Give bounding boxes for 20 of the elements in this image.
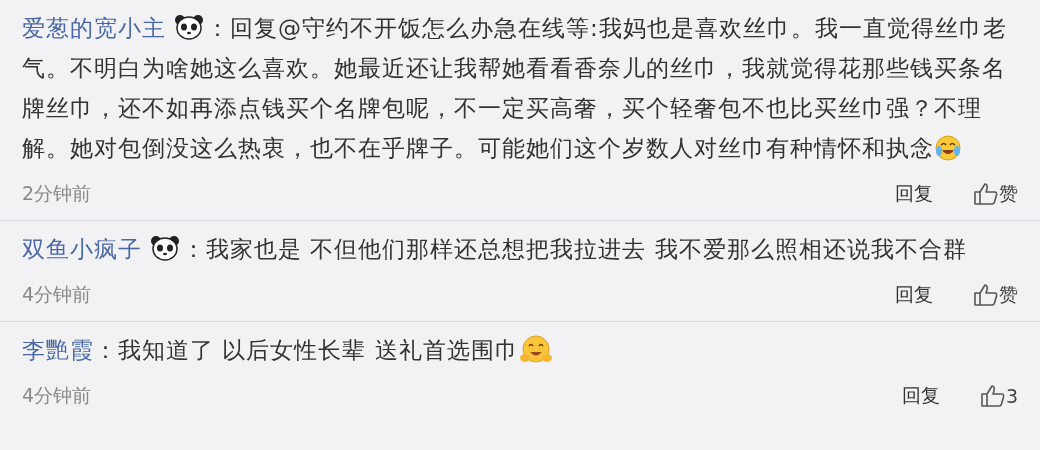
user-name[interactable]: 爱葱的宽小主	[22, 15, 166, 41]
timestamp: 4分钟前	[22, 383, 93, 408]
reply-link[interactable]: 回复	[895, 181, 933, 207]
laughing-crying-emoji-icon	[934, 134, 962, 162]
like-count[interactable]: 赞	[999, 282, 1018, 308]
comment-text: 李艷霞：我知道了 以后女性长辈 送礼首选围巾	[22, 330, 1018, 370]
timestamp: 4分钟前	[22, 282, 93, 307]
thumbs-up-icon[interactable]	[979, 384, 1006, 408]
user-name[interactable]: 李艷霞	[22, 337, 94, 363]
timestamp: 2分钟前	[22, 181, 93, 206]
like-count[interactable]: 3	[1005, 385, 1018, 407]
thumbs-up-icon[interactable]	[973, 182, 999, 206]
comment-text: 双鱼小疯子 ：我家也是 不但他们那样还总想把我拉进去 我不爱那么照相还说我不合群	[22, 234, 968, 264]
reply-link[interactable]: 回复	[895, 282, 933, 308]
reply-link[interactable]: 回复	[901, 383, 940, 409]
comment-text: 爱葱的宽小主 ：回复@守约不开饭怎么办急在线等:我妈也是喜欢丝巾。我一直觉得丝巾老气。不明白为啥她这么喜欢。她最近还让我帮她看看香奈儿的丝巾，我就觉得花那些钱买条名牌丝巾，还不如再添点钱买个名牌包呢，不一定买高奢，买个轻奢包不也比买丝巾强？不理解。她对包倒没这么热衷，也不在乎牌子。可能她们这个岁数人对丝巾有种情怀和执念	[22, 13, 1008, 164]
like-count[interactable]: 赞	[999, 181, 1018, 207]
thumbs-up-icon[interactable]	[973, 283, 999, 307]
smiling-emoji-icon	[518, 334, 553, 366]
user-name[interactable]: 双鱼小疯子	[22, 236, 142, 262]
